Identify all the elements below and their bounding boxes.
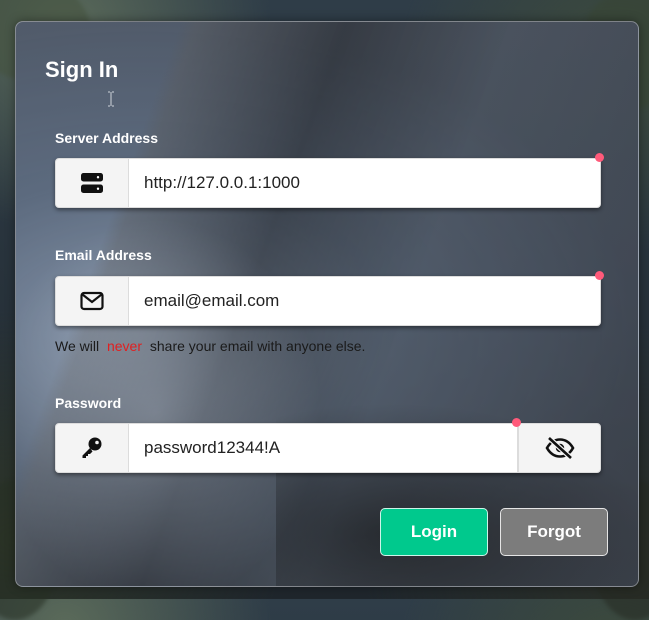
server-addon xyxy=(55,158,129,208)
key-icon xyxy=(82,437,102,458)
forgot-button[interactable]: Forgot xyxy=(500,508,608,556)
login-button[interactable]: Login xyxy=(380,508,488,556)
server-address-label: Server Address xyxy=(55,130,158,146)
envelope-icon xyxy=(80,291,104,311)
password-group: password12344!A xyxy=(55,418,601,473)
password-addon xyxy=(55,423,129,473)
email-address-group: email@email.com xyxy=(55,271,604,326)
required-indicator xyxy=(512,418,521,427)
toggle-password-visibility-button[interactable] xyxy=(518,423,601,473)
password-label: Password xyxy=(55,395,122,411)
server-icon xyxy=(81,173,103,193)
help-suffix: share your email with anyone else. xyxy=(149,338,366,354)
server-address-input[interactable]: http://127.0.0.1:1000 xyxy=(129,158,601,208)
help-emphasis: never xyxy=(106,338,142,354)
email-help-text: We will never share your email with anyo… xyxy=(55,338,365,354)
help-prefix: We will xyxy=(55,338,100,354)
sign-in-card: Sign In Server Address http://127.0.0.1:… xyxy=(15,21,639,587)
eye-slash-icon xyxy=(545,436,574,460)
text-cursor-icon xyxy=(108,91,114,107)
email-address-label: Email Address xyxy=(55,247,152,263)
password-field[interactable]: password12344!A xyxy=(129,423,518,473)
email-field[interactable]: email@email.com xyxy=(129,276,601,326)
required-indicator xyxy=(595,271,604,280)
server-address-group: http://127.0.0.1:1000 xyxy=(55,153,604,208)
page-title: Sign In xyxy=(45,57,119,82)
required-indicator xyxy=(595,153,604,162)
email-addon xyxy=(55,276,129,326)
